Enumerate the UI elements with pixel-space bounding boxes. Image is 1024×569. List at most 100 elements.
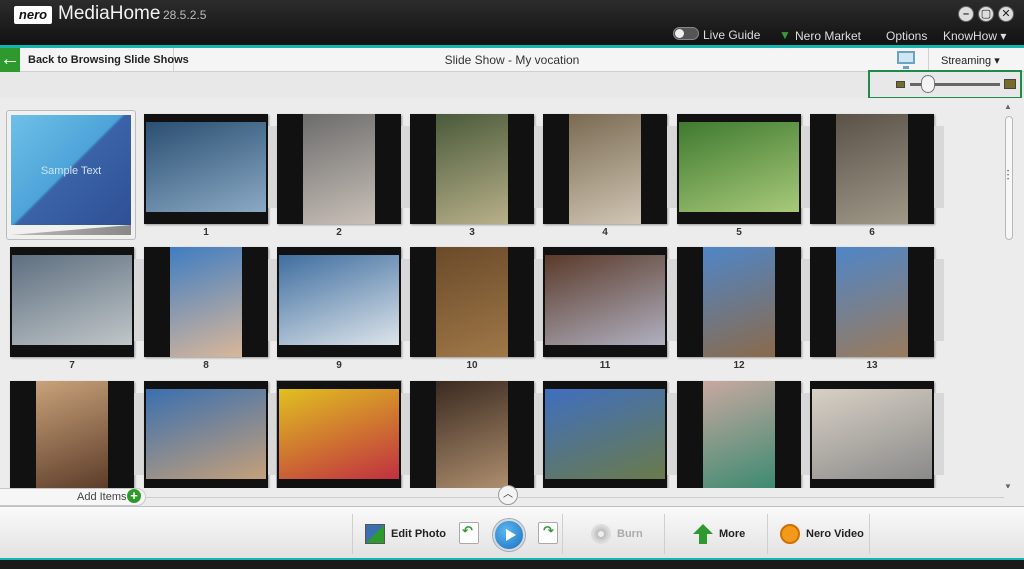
nero-market-icon: ▼ xyxy=(779,28,791,42)
slide-thumbnail xyxy=(10,247,134,357)
burn-disc-icon xyxy=(591,524,611,544)
add-items-plus-icon[interactable]: + xyxy=(127,489,141,503)
slide-thumbnail xyxy=(144,381,268,491)
photo-image xyxy=(170,247,242,357)
slide-tile[interactable]: 1 xyxy=(144,114,278,238)
slide-thumbnail xyxy=(410,381,534,491)
photo-image xyxy=(303,114,375,224)
bottom-accent xyxy=(0,558,1024,569)
transition-marker xyxy=(934,126,944,208)
app-name: MediaHome xyxy=(58,3,161,24)
slide-tile[interactable]: 6 xyxy=(810,114,944,238)
slide-thumbnail xyxy=(144,247,268,357)
divider xyxy=(518,497,1004,498)
transition-marker xyxy=(667,126,677,208)
more-label: More xyxy=(719,528,746,540)
restore-icon[interactable]: ▢ xyxy=(978,6,994,22)
slide-tile[interactable]: 11 xyxy=(543,247,677,371)
slide-thumbnail xyxy=(677,114,801,224)
transition-marker xyxy=(667,259,677,341)
slide-tile[interactable]: 2 xyxy=(277,114,411,238)
transition-marker xyxy=(934,259,944,341)
sample-card: Sample Text xyxy=(11,115,131,225)
knowhow-link[interactable]: KnowHow ▾ xyxy=(943,29,1006,43)
scroll-up-icon[interactable]: ▲ xyxy=(1004,102,1012,111)
photo-image xyxy=(279,389,399,479)
collapse-panel-button[interactable]: ︿ xyxy=(498,485,518,505)
sample-card-base xyxy=(11,225,131,235)
live-guide-link[interactable]: Live Guide xyxy=(703,28,760,42)
slide-tile[interactable]: 3 xyxy=(410,114,544,238)
streaming-dropdown[interactable]: Streaming ▾ xyxy=(928,48,1024,72)
slide-thumbnail xyxy=(810,114,934,224)
nero-video-icon xyxy=(780,524,800,544)
photo-image xyxy=(812,389,932,479)
slide-thumbnail xyxy=(277,381,401,491)
slide-number: 4 xyxy=(602,227,608,238)
slide-thumbnail xyxy=(410,247,534,357)
slide-tile[interactable] xyxy=(144,381,278,496)
photo-image xyxy=(279,255,399,345)
nero-market-link[interactable]: Nero Market xyxy=(795,29,861,43)
slide-tile[interactable] xyxy=(277,381,411,496)
zoom-in-icon[interactable] xyxy=(1004,79,1016,89)
sample-title-slide[interactable]: Sample Text xyxy=(6,110,136,240)
nero-logo: nero xyxy=(14,6,52,24)
edit-photo-button[interactable]: Edit Photo xyxy=(352,514,454,554)
close-icon[interactable]: ✕ xyxy=(998,6,1014,22)
slide-number: 8 xyxy=(203,360,209,371)
slide-tile[interactable]: 10 xyxy=(410,247,544,371)
divider xyxy=(146,497,498,498)
edit-photo-icon xyxy=(365,524,385,544)
scroll-grip-icon: • • • xyxy=(1007,169,1010,183)
nero-video-label: Nero Video xyxy=(806,528,864,540)
slide-thumbnail xyxy=(277,247,401,357)
slide-thumbnail xyxy=(144,114,268,224)
photo-image xyxy=(836,114,908,224)
sample-text: Sample Text xyxy=(40,165,102,177)
slide-tile[interactable]: 13 xyxy=(810,247,944,371)
slide-tile[interactable]: 4 xyxy=(543,114,677,238)
slide-tile[interactable]: 9 xyxy=(277,247,411,371)
nero-video-button[interactable]: Nero Video xyxy=(767,514,870,554)
slide-thumbnail xyxy=(543,114,667,224)
more-button[interactable]: More xyxy=(664,514,766,554)
slide-number: 13 xyxy=(866,360,878,371)
sub-header: Slide Show - My vocation ← Back to Brows… xyxy=(0,48,1024,72)
photo-image xyxy=(436,114,508,224)
minimize-icon[interactable]: – xyxy=(958,6,974,22)
app-version: 28.5.2.5 xyxy=(163,8,207,22)
burn-button[interactable]: Burn xyxy=(562,514,662,554)
slide-tile[interactable]: 12 xyxy=(677,247,811,371)
photo-image xyxy=(703,247,775,357)
burn-label: Burn xyxy=(617,528,643,540)
slide-thumbnail xyxy=(543,381,667,491)
photo-image xyxy=(12,255,132,345)
slide-tile[interactable] xyxy=(677,381,811,496)
options-link[interactable]: Options xyxy=(886,29,927,43)
rotate-right-icon[interactable]: ↷ xyxy=(538,522,558,544)
monitor-icon[interactable] xyxy=(897,51,915,69)
slide-tile[interactable] xyxy=(543,381,677,496)
back-arrow-icon: ← xyxy=(0,48,20,72)
photo-image xyxy=(836,247,908,357)
slide-tile[interactable]: 7 xyxy=(10,247,144,371)
vertical-scrollbar[interactable]: ▲ • • • ▼ xyxy=(1002,100,1016,494)
slide-tile[interactable] xyxy=(10,381,144,496)
photo-image xyxy=(436,381,508,491)
slide-tile[interactable]: 8 xyxy=(144,247,278,371)
add-items-label[interactable]: Add Items xyxy=(77,491,127,503)
transition-marker xyxy=(667,393,677,475)
slide-thumbnail xyxy=(410,114,534,224)
zoom-out-icon[interactable] xyxy=(896,81,905,88)
transition-marker xyxy=(134,393,144,475)
play-slideshow-button[interactable] xyxy=(493,519,525,551)
slide-thumbnail xyxy=(10,381,134,491)
slide-tile[interactable] xyxy=(410,381,544,496)
zoom-slider-thumb[interactable] xyxy=(921,75,935,93)
back-button[interactable]: ← Back to Browsing Slide Shows xyxy=(0,48,189,72)
rotate-left-icon[interactable]: ↶ xyxy=(459,522,479,544)
photo-image xyxy=(146,389,266,479)
slide-tile[interactable] xyxy=(810,381,944,496)
slide-tile[interactable]: 5 xyxy=(677,114,811,238)
